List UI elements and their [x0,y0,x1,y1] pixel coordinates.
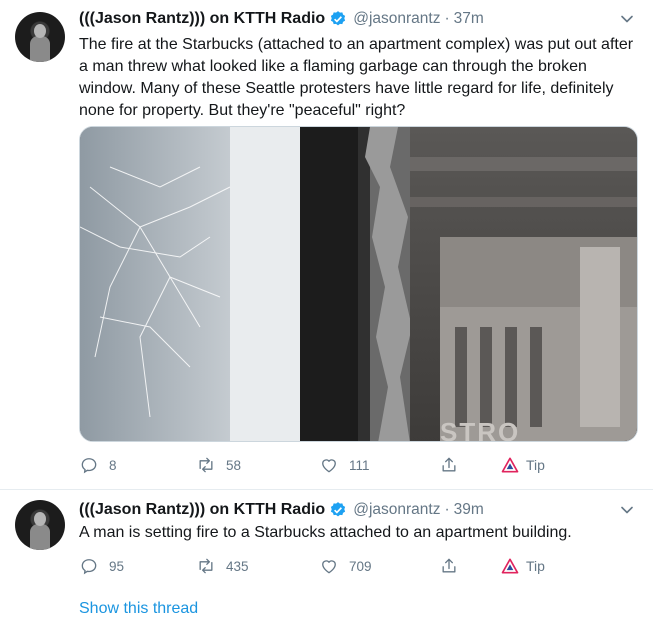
retweet-icon [199,457,213,473]
verified-badge-icon [331,11,346,26]
reply-count: 8 [109,457,117,473]
tip-label: Tip [526,457,545,473]
author-handle[interactable]: @jasonrantz [353,501,440,519]
tweet-actions: 95 435 709 Tip [79,555,639,577]
like-count: 709 [349,558,372,574]
tip-icon [501,457,519,473]
like-button[interactable]: 709 [319,555,372,577]
heart-icon [322,459,336,473]
share-button[interactable] [439,555,469,577]
tweet[interactable]: (((Jason Rantz))) on KTTH Radio @jasonra… [0,0,653,490]
retweet-button[interactable]: 435 [196,555,249,577]
reply-button[interactable]: 8 [79,454,117,476]
heart-icon [322,560,336,574]
reply-icon [81,559,97,575]
author-name[interactable]: (((Jason Rantz))) on KTTH Radio [79,501,325,519]
verified-badge-icon [331,502,346,517]
tweet-actions: 8 58 111 Tip [79,454,639,476]
author-name[interactable]: (((Jason Rantz))) on KTTH Radio [79,10,325,28]
retweet-icon [199,558,213,574]
retweet-button[interactable]: 58 [196,454,241,476]
chevron-down-icon[interactable] [619,11,635,27]
reply-button[interactable]: 95 [79,555,124,577]
author-handle[interactable]: @jasonrantz [353,10,440,28]
separator-dot: · [444,501,450,518]
reply-icon [81,458,97,474]
share-icon [442,558,456,573]
show-thread-link[interactable]: Show this thread [79,600,198,618]
tweet-text: A man is setting fire to a Starbucks att… [79,524,572,541]
share-button[interactable] [439,454,469,476]
like-button[interactable]: 111 [319,454,370,476]
retweet-count: 435 [226,558,249,574]
tweet-time[interactable]: 37m [454,10,484,28]
tweet-time[interactable]: 39m [454,501,484,519]
tip-label: Tip [526,558,545,574]
tip-button[interactable]: Tip [500,454,545,476]
reply-count: 95 [109,558,125,574]
share-icon [442,457,456,472]
tweet-header: (((Jason Rantz))) on KTTH Radio @jasonra… [79,8,484,30]
broken-window-image [80,127,637,441]
chevron-down-icon[interactable] [619,502,635,518]
tweet-header: (((Jason Rantz))) on KTTH Radio @jasonra… [79,499,484,521]
avatar[interactable] [15,12,65,62]
separator-dot: · [444,10,450,27]
like-count: 111 [349,457,370,473]
tip-button[interactable]: Tip [500,555,545,577]
tip-icon [501,558,519,574]
retweet-count: 58 [226,457,242,473]
avatar[interactable] [15,500,65,550]
media-sign-text: STRO [440,417,521,442]
tweet-video[interactable]: STRO [79,126,638,442]
tweet-text: The fire at the Starbucks (attached to a… [79,36,634,119]
